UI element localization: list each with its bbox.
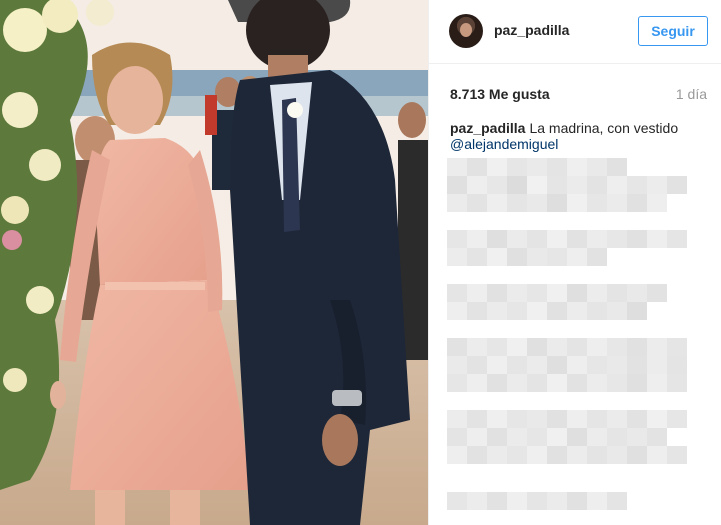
- caption-username[interactable]: paz_padilla: [450, 120, 525, 136]
- likes-count[interactable]: 8.713 Me gusta: [450, 86, 550, 102]
- post-details-panel: paz_padilla Seguir 8.713 Me gusta 1 día …: [428, 0, 721, 525]
- caption: paz_padilla La madrina, con vestido: [450, 120, 700, 136]
- post-photo[interactable]: [0, 0, 428, 525]
- caption-text: La madrina, con vestido: [529, 120, 679, 136]
- follow-button[interactable]: Seguir: [638, 16, 708, 46]
- username-link[interactable]: paz_padilla: [494, 22, 569, 38]
- post-header: paz_padilla Seguir: [429, 0, 721, 64]
- avatar[interactable]: [449, 14, 483, 48]
- post-timestamp: 1 día: [675, 86, 707, 102]
- mention-link[interactable]: @alejandemiguel: [450, 136, 558, 152]
